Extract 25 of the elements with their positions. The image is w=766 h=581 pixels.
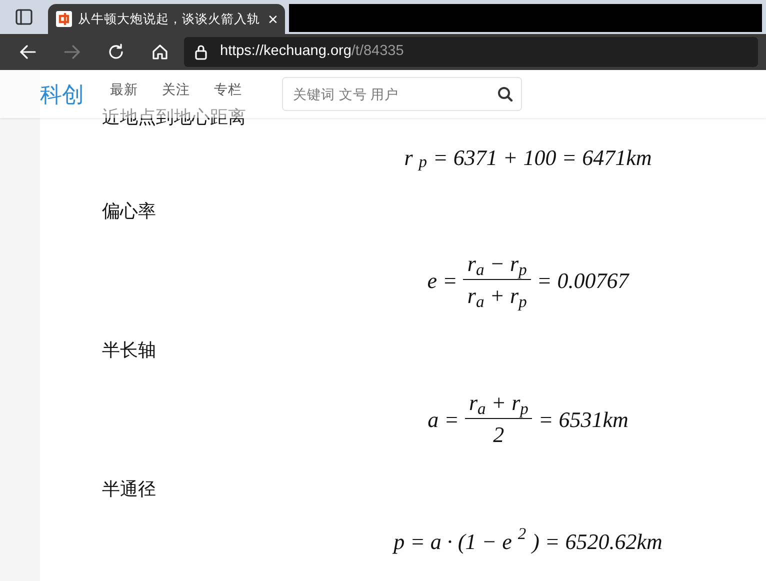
url-text: https://kechuang.org/t/84335 [220,42,404,62]
home-icon [151,43,169,61]
paragraph-text: 半长轴 [102,339,156,362]
panel-icon [15,8,33,26]
paragraph-text: 偏心率 [102,200,156,223]
nav-link[interactable]: 最新 [110,83,138,97]
paragraph-text: 半通径 [102,478,156,501]
nav-link[interactable]: 关注 [162,83,190,97]
search-field[interactable]: 关键词 文号 用户 [282,77,522,111]
site-favicon [56,11,72,27]
forward-arrow-icon [63,43,81,61]
nav-link[interactable]: 专栏 [214,83,242,97]
reload-icon [107,43,125,61]
math-formula: e = r$_{a}$ − r$_{p}$ r$_{a}$ + r$_{p}$ = 0.00767 [427,249,629,312]
back-arrow-icon [19,43,37,61]
math-formula: p = a · (1 − e$^{2}$) = 6520.62km [394,527,662,556]
address-bar[interactable]: https://kechuang.org/t/84335 [184,37,758,67]
site-logo[interactable]: 科创 [40,78,84,110]
tab-close-button[interactable]: × [266,10,280,28]
paragraph-text: 近地点到地心距离 [102,106,246,129]
search-icon [497,86,513,102]
tab-title: 从牛顿大炮说起，谈谈火箭入轨 [78,10,260,28]
browser-tab[interactable]: 从牛顿大炮说起，谈谈火箭入轨 × [48,4,285,34]
math-formula: r$_{p}$ = 6371 + 100 = 6471km [404,144,652,173]
lock-icon [194,44,208,60]
